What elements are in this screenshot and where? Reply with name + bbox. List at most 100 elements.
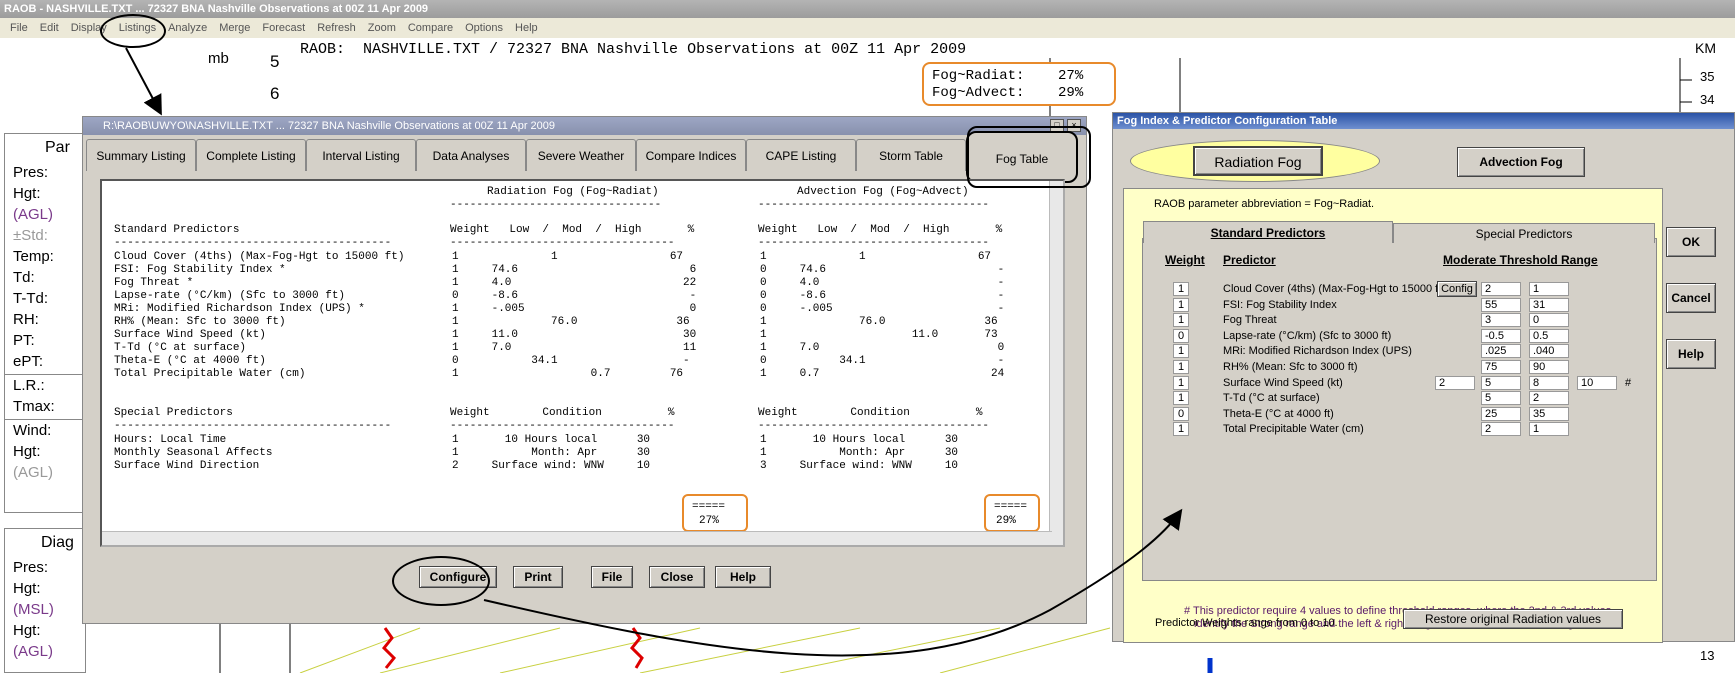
advection-values: 1 7.0 0: [760, 342, 1005, 354]
range-left-field[interactable]: 2: [1435, 375, 1475, 390]
predictor-label: MRi: Modified Richardson Index (UPS): [1223, 345, 1412, 358]
restore-button[interactable]: Restore original Radiation values: [1403, 609, 1623, 629]
threshold-field[interactable]: 1: [1529, 282, 1569, 296]
threshold-field[interactable]: 31: [1529, 297, 1569, 312]
advection-condition: 1 10 Hours local 30: [760, 434, 959, 446]
tab-severe-weather[interactable]: Severe Weather: [526, 139, 636, 171]
range-right-field[interactable]: 10: [1577, 375, 1617, 390]
menu-options[interactable]: Options: [459, 22, 509, 34]
tab-complete-listing[interactable]: Complete Listing: [196, 139, 306, 171]
help-button[interactable]: Help: [715, 566, 771, 588]
radiation-values: 0 -8.6 -: [452, 290, 697, 302]
predictor-name: RH% (Mean: Sfc to 3000 ft): [114, 316, 286, 328]
predictor-col-header: Predictor: [1223, 253, 1276, 267]
file-button[interactable]: File: [591, 566, 633, 588]
weight-field[interactable]: 1: [1173, 375, 1189, 390]
ok-button[interactable]: OK: [1666, 227, 1716, 257]
advection-values: 1 11.0 73: [760, 329, 998, 341]
threshold-field[interactable]: 35: [1529, 406, 1569, 421]
divider: ----------------------------------: [450, 420, 675, 432]
threshold-field[interactable]: 2: [1481, 282, 1521, 296]
tab-interval-listing[interactable]: Interval Listing: [306, 139, 416, 171]
weight-field[interactable]: 1: [1173, 313, 1189, 328]
close-button[interactable]: Close: [649, 566, 705, 588]
threshold-field[interactable]: 75: [1481, 360, 1521, 374]
threshold-field[interactable]: 8: [1529, 375, 1569, 390]
menu-compare[interactable]: Compare: [402, 22, 459, 34]
weight-field[interactable]: 0: [1173, 406, 1189, 421]
tab-data-analyses[interactable]: Data Analyses: [416, 139, 526, 171]
predictor-label: Cloud Cover (4ths) (Max-Fog-Hgt to 15000…: [1223, 283, 1445, 295]
radiation-values: 0 34.1 -: [452, 355, 690, 367]
weight-field[interactable]: 1: [1173, 422, 1189, 437]
config-title: Fog Index & Predictor Configuration Tabl…: [1113, 113, 1734, 129]
advection-values: 0 -.005 -: [760, 303, 1005, 315]
threshold-field[interactable]: 25: [1481, 406, 1521, 421]
help-button[interactable]: Help: [1666, 339, 1716, 369]
tab-compare-indices[interactable]: Compare Indices: [636, 139, 746, 171]
divider: -----------------------------------: [758, 237, 990, 249]
menu-merge[interactable]: Merge: [213, 22, 256, 34]
rad-spec-heads: Weight Condition %: [450, 407, 675, 419]
advection-fog-button[interactable]: Advection Fog: [1457, 147, 1585, 177]
menu-refresh[interactable]: Refresh: [311, 22, 362, 34]
threshold-field[interactable]: 0.5: [1529, 328, 1569, 343]
app-title: RAOB - NASHVILLE.TXT ... 72327 BNA Nashv…: [4, 3, 429, 15]
param-label: (MSL): [13, 601, 54, 618]
tab-standard-predictors[interactable]: Standard Predictors: [1143, 221, 1393, 243]
listings-callout-circle: [100, 14, 166, 48]
param-label: Pres:: [13, 559, 49, 576]
menu-forecast[interactable]: Forecast: [256, 22, 311, 34]
vertical-scrollbar[interactable]: [1049, 181, 1063, 545]
param-label: (AGL): [13, 643, 54, 660]
param-label: T-Td:: [13, 290, 49, 307]
weight-field[interactable]: 1: [1173, 297, 1189, 312]
tab-storm-table[interactable]: Storm Table: [856, 139, 966, 171]
threshold-field[interactable]: 90: [1529, 360, 1569, 374]
divider: --------------------------------: [450, 199, 662, 211]
threshold-field[interactable]: 2: [1529, 391, 1569, 406]
weight-field[interactable]: 1: [1173, 344, 1189, 359]
std-predictors-panel: Standard Predictors Special Predictors W…: [1142, 221, 1657, 581]
menu-zoom[interactable]: Zoom: [362, 22, 402, 34]
param-rows-2: L.R.: Tmax:: [5, 374, 85, 417]
tab-summary-listing[interactable]: Summary Listing: [86, 139, 196, 171]
std-title: Standard Predictors: [114, 224, 240, 236]
tab-cape-listing[interactable]: CAPE Listing: [746, 139, 856, 171]
threshold-field[interactable]: 3: [1481, 313, 1521, 328]
predictor-name: Total Precipitable Water (cm): [114, 368, 306, 380]
radiation-fog-button[interactable]: Radiation Fog: [1193, 146, 1323, 176]
weight-field[interactable]: 1: [1173, 391, 1189, 406]
threshold-field[interactable]: 5: [1481, 391, 1521, 406]
threshold-field[interactable]: .025: [1481, 344, 1521, 359]
threshold-field[interactable]: -0.5: [1481, 328, 1521, 343]
advection-condition: 3 Surface wind: WNW 10: [760, 460, 959, 472]
param-label: RH:: [13, 311, 39, 328]
special-predictor-name: Hours: Local Time: [114, 434, 227, 446]
rad-col-heads: Weight Low / Mod / High %: [450, 224, 695, 236]
radiation-values: 1 76.0 36: [452, 316, 690, 328]
radiation-values: 1 -.005 0: [452, 303, 697, 315]
weight-field[interactable]: 1: [1173, 282, 1189, 296]
weight-field[interactable]: 0: [1173, 328, 1189, 343]
horizontal-scrollbar[interactable]: [102, 531, 1052, 545]
threshold-field[interactable]: .040: [1529, 344, 1569, 359]
advection-values: 0 74.6 -: [760, 264, 1005, 276]
fog-config-window: Fog Index & Predictor Configuration Tabl…: [1112, 112, 1735, 643]
config-button[interactable]: Config: [1437, 281, 1477, 297]
menu-file[interactable]: File: [4, 22, 34, 34]
threshold-field[interactable]: 1: [1529, 422, 1569, 437]
menu-analyze[interactable]: Analyze: [162, 22, 213, 34]
print-button[interactable]: Print: [513, 566, 563, 588]
threshold-field[interactable]: 0: [1529, 313, 1569, 328]
threshold-field[interactable]: 2: [1481, 422, 1521, 437]
cancel-button[interactable]: Cancel: [1666, 283, 1716, 313]
menu-help[interactable]: Help: [509, 22, 544, 34]
menu-edit[interactable]: Edit: [34, 22, 65, 34]
special-predictor-name: Monthly Seasonal Affects: [114, 447, 273, 459]
tab-special-predictors[interactable]: Special Predictors: [1393, 223, 1655, 243]
predictor-name: Surface Wind Speed (kt): [114, 329, 266, 341]
threshold-field[interactable]: 55: [1481, 297, 1521, 312]
weight-field[interactable]: 1: [1173, 360, 1189, 374]
threshold-field[interactable]: 5: [1481, 375, 1521, 390]
